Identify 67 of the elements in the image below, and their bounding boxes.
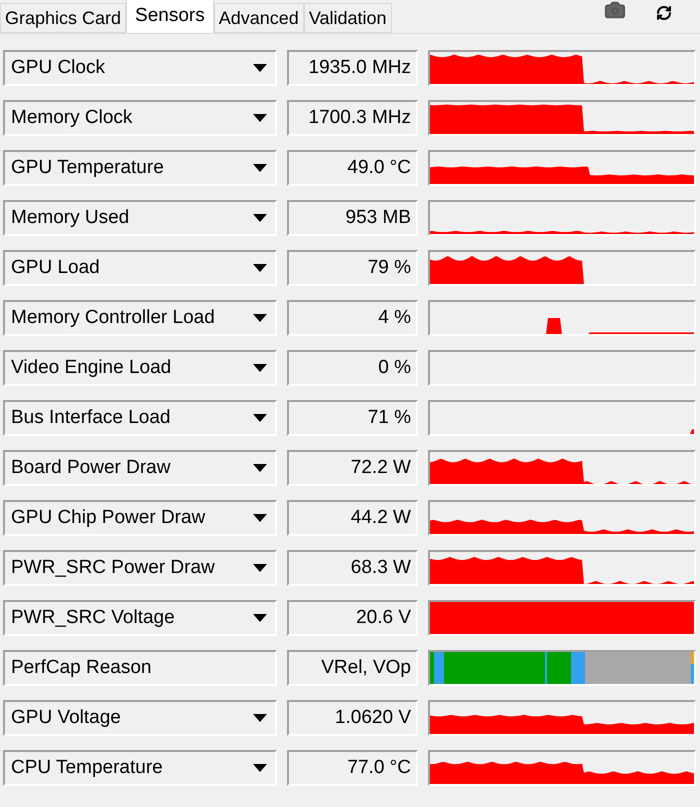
sensor-value: 0 % (378, 356, 411, 380)
sensor-value: 44.2 W (350, 506, 411, 530)
sensor-name: Bus Interface Load (11, 406, 170, 430)
sensor-value: 49.0 °C (347, 156, 411, 180)
sensor-dropdown[interactable]: Bus Interface Load (3, 400, 277, 436)
sensor-dropdown[interactable]: Memory Used (3, 200, 277, 236)
caret-icon (253, 214, 267, 222)
caret-icon (253, 764, 267, 772)
caret-icon (253, 564, 267, 572)
caret-icon (253, 314, 267, 322)
sensor-value: 4 % (378, 306, 411, 330)
sensor-value: 79 % (368, 256, 411, 280)
caret-icon (253, 264, 267, 272)
sensor-value: VRel, VOp (321, 656, 411, 680)
sensor-dropdown[interactable]: Board Power Draw (3, 450, 277, 486)
sensor-value: 1.0620 V (334, 706, 411, 730)
tab[interactable]: Graphics Card (0, 3, 126, 33)
caret-icon (253, 414, 267, 422)
sensor-name: Board Power Draw (11, 456, 170, 480)
sensor-name: Memory Clock (11, 106, 132, 130)
sensor-name: Memory Controller Load (11, 306, 215, 330)
sensor-dropdown[interactable]: GPU Clock (3, 50, 277, 86)
camera-icon (604, 0, 626, 21)
caret-icon (253, 64, 267, 72)
sensor-name: Memory Used (11, 206, 130, 230)
tab[interactable]: Advanced (214, 3, 304, 33)
caret-icon (253, 464, 267, 472)
refresh-button[interactable] (656, 5, 672, 21)
refresh-icon (656, 5, 672, 21)
sensor-value: 68.3 W (350, 556, 411, 580)
sensor-dropdown[interactable]: GPU Voltage (3, 700, 277, 736)
sensor-dropdown[interactable]: GPU Temperature (3, 150, 277, 186)
sensor-dropdown[interactable]: GPU Load (3, 250, 277, 286)
sensor-dropdown[interactable]: PWR_SRC Voltage (3, 600, 277, 636)
sensor-value: 71 % (368, 406, 411, 430)
sensor-name: PWR_SRC Voltage (11, 606, 175, 630)
camera-button[interactable] (604, 0, 626, 21)
caret-icon (253, 514, 267, 522)
tab[interactable]: Validation (304, 3, 392, 33)
sensor-dropdown[interactable]: Video Engine Load (3, 350, 277, 386)
sensor-name: CPU Temperature (11, 756, 163, 780)
sensor-value: 72.2 W (350, 456, 411, 480)
caret-icon (253, 714, 267, 722)
caret-icon (253, 114, 267, 122)
sensor-dropdown[interactable]: CPU Temperature (3, 750, 277, 786)
sensor-name: Video Engine Load (11, 356, 172, 380)
sensor-name: GPU Clock (11, 56, 105, 80)
sensor-dropdown[interactable]: Memory Controller Load (3, 300, 277, 336)
sensor-value: 77.0 °C (347, 756, 411, 780)
sensor-value: 1700.3 MHz (308, 106, 411, 130)
sensor-value: 20.6 V (356, 606, 411, 630)
sensor-name: GPU Chip Power Draw (11, 506, 206, 530)
sensor-value: 1935.0 MHz (308, 56, 411, 80)
sensor-name: PerfCap Reason (11, 656, 152, 680)
caret-icon (253, 614, 267, 622)
caret-icon (253, 364, 267, 372)
sensor-name: GPU Load (11, 256, 100, 280)
sensor-name: PWR_SRC Power Draw (11, 556, 215, 580)
sensor-dropdown[interactable]: PWR_SRC Power Draw (3, 550, 277, 586)
sensor-dropdown[interactable]: Memory Clock (3, 100, 277, 136)
sensor-dropdown[interactable]: PerfCap Reason (3, 650, 277, 686)
tab[interactable]: Sensors (126, 0, 214, 33)
caret-icon (253, 164, 267, 172)
sensor-name: GPU Temperature (11, 156, 164, 180)
sensor-value: 953 MB (346, 206, 411, 230)
sensor-name: GPU Voltage (11, 706, 121, 730)
sensor-dropdown[interactable]: GPU Chip Power Draw (3, 500, 277, 536)
